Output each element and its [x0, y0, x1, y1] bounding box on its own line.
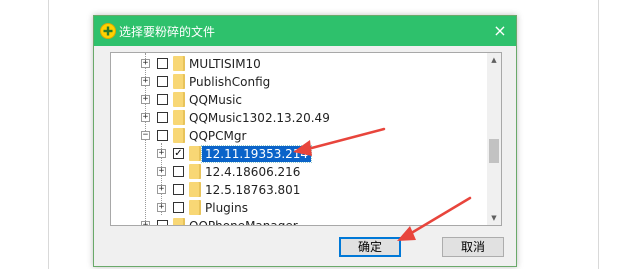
- scroll-up-arrow-icon[interactable]: ▲: [487, 53, 501, 67]
- expand-toggle[interactable]: +: [141, 95, 150, 104]
- item-checkbox[interactable]: [157, 94, 168, 105]
- ok-button[interactable]: 确定: [339, 237, 401, 257]
- item-checkbox[interactable]: [157, 130, 168, 141]
- check-icon: ✓: [174, 148, 183, 159]
- tree-item-label-selected: 12.11.19353.214: [200, 145, 313, 163]
- expand-toggle[interactable]: +: [141, 221, 150, 225]
- tree-item-label: QQMusic1302.13.20.49: [189, 111, 330, 125]
- folder-icon: [173, 218, 185, 225]
- file-tree[interactable]: + MULTISIM10 + PublishConfig + QQMusic +…: [110, 52, 502, 226]
- folder-icon: [173, 128, 185, 143]
- item-checkbox[interactable]: [173, 166, 184, 177]
- scroll-thumb[interactable]: [489, 139, 499, 163]
- folder-icon: [173, 56, 185, 71]
- folder-icon: [173, 92, 185, 107]
- dialog-titlebar: 选择要粉碎的文件 ×: [94, 16, 516, 46]
- folder-icon: [189, 182, 201, 197]
- tree-item-label: Plugins: [205, 201, 248, 215]
- item-checkbox[interactable]: [157, 76, 168, 87]
- expand-toggle[interactable]: +: [141, 59, 150, 68]
- item-checkbox[interactable]: [157, 112, 168, 123]
- expand-toggle[interactable]: +: [141, 77, 150, 86]
- tree-item-label: MULTISIM10: [189, 57, 261, 71]
- tree-item-qqpcmgr[interactable]: − QQPCMgr: [111, 127, 489, 145]
- expand-toggle[interactable]: +: [157, 203, 166, 212]
- tree-item-label: PublishConfig: [189, 75, 271, 89]
- item-checkbox[interactable]: [173, 202, 184, 213]
- app-logo-icon: [100, 23, 116, 39]
- tree-item-label: 12.5.18763.801: [205, 183, 301, 197]
- tree-item-qqmusic[interactable]: + QQMusic: [111, 91, 489, 109]
- expand-toggle[interactable]: +: [157, 167, 166, 176]
- tree-item-qqmusic1302[interactable]: + QQMusic1302.13.20.49: [111, 109, 489, 127]
- background-divider-left: [48, 0, 49, 269]
- tree-item-12-5-18763-801[interactable]: + 12.5.18763.801: [111, 181, 489, 199]
- close-button[interactable]: ×: [490, 21, 510, 41]
- tree-item-publishconfig[interactable]: + PublishConfig: [111, 73, 489, 91]
- tree-item-label: 12.4.18606.216: [205, 165, 301, 179]
- collapse-toggle[interactable]: −: [141, 131, 150, 140]
- expand-toggle[interactable]: +: [157, 149, 166, 158]
- tree-item-plugins[interactable]: + Plugins: [111, 199, 489, 217]
- folder-icon: [189, 146, 201, 161]
- folder-icon: [173, 74, 185, 89]
- select-file-dialog: 选择要粉碎的文件 × + MULTISIM10 + PublishConfig …: [93, 15, 517, 267]
- item-checkbox[interactable]: [173, 184, 184, 195]
- tree-item-multisim10[interactable]: + MULTISIM10: [111, 55, 489, 73]
- tree-item-12-4-18606-216[interactable]: + 12.4.18606.216: [111, 163, 489, 181]
- background-divider-right: [598, 0, 599, 269]
- item-checkbox[interactable]: [157, 58, 168, 69]
- tree-item-label: QQPhoneManager: [189, 219, 298, 226]
- item-checkbox-checked[interactable]: ✓: [173, 148, 184, 159]
- dialog-title: 选择要粉碎的文件: [119, 25, 216, 39]
- expand-toggle[interactable]: +: [141, 113, 150, 122]
- scroll-down-arrow-icon[interactable]: ▼: [487, 211, 501, 225]
- tree-item-12-11-19353-214[interactable]: + ✓ 12.11.19353.214: [111, 145, 489, 163]
- folder-icon: [189, 164, 201, 179]
- close-icon: ×: [493, 21, 507, 40]
- tree-item-label: QQMusic: [189, 93, 243, 107]
- folder-icon: [189, 200, 201, 215]
- cancel-button[interactable]: 取消: [442, 237, 504, 257]
- tree-item-label: QQPCMgr: [189, 129, 247, 143]
- expand-toggle[interactable]: +: [157, 185, 166, 194]
- item-checkbox[interactable]: [157, 220, 168, 225]
- vertical-scrollbar[interactable]: ▲ ▼: [487, 53, 501, 225]
- tree-item-qqphonemanager[interactable]: + QQPhoneManager: [111, 217, 489, 226]
- folder-icon: [173, 110, 185, 125]
